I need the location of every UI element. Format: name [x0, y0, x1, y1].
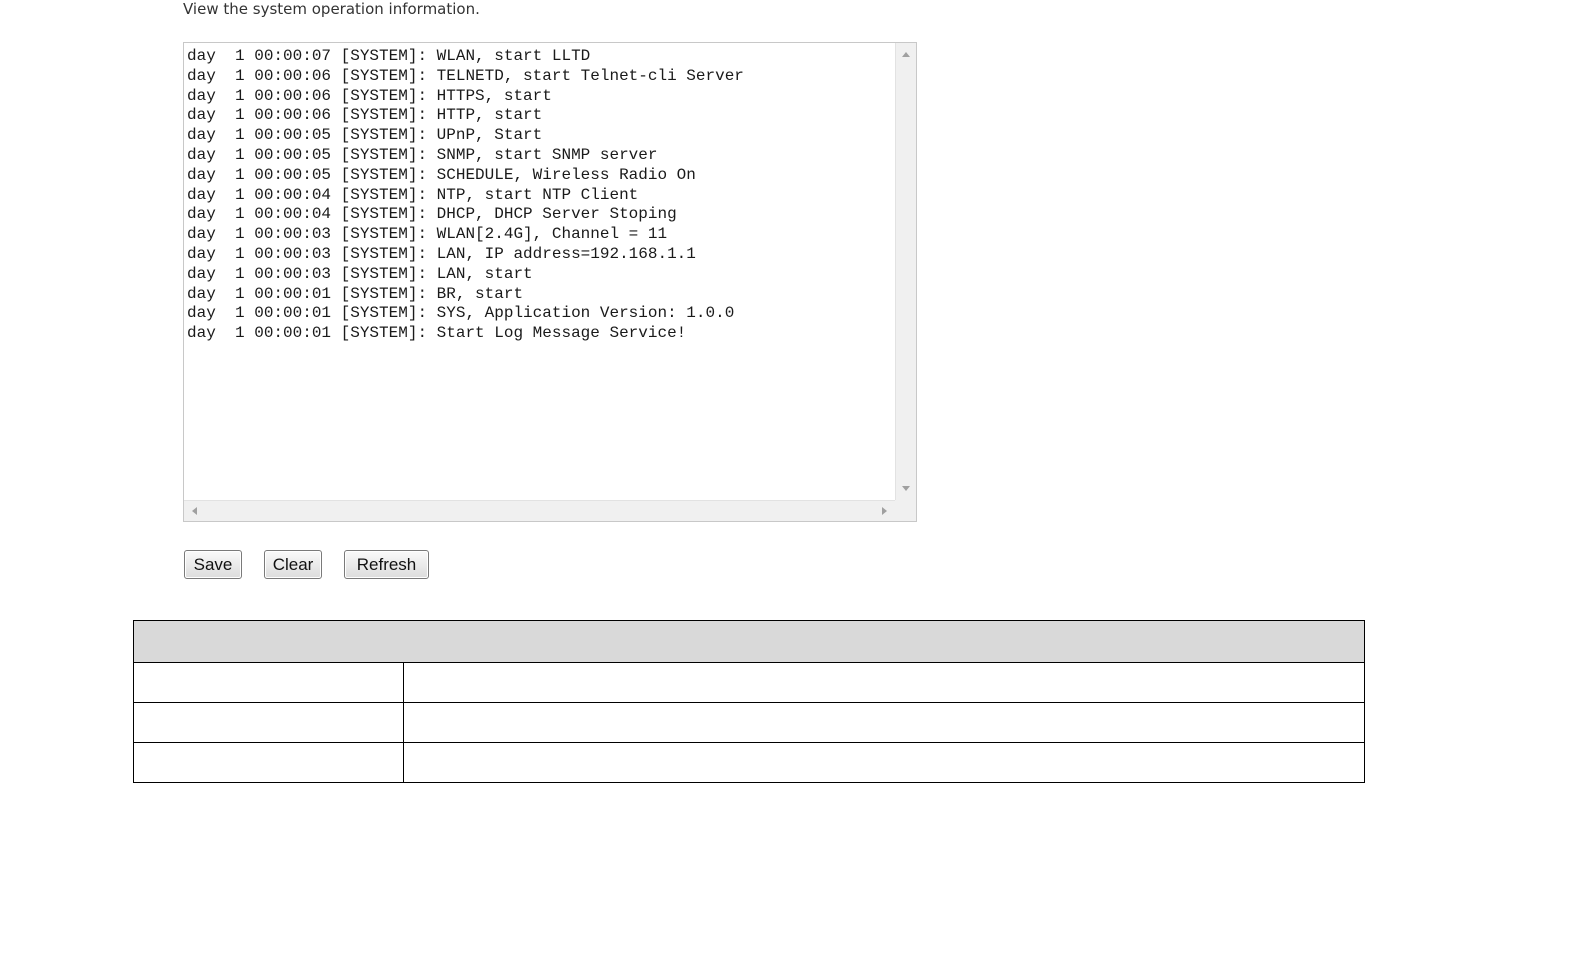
table-header-row — [133, 620, 1365, 663]
table-row — [133, 662, 1365, 703]
table-row — [133, 702, 1365, 743]
table-cell-value — [403, 742, 1365, 783]
table-cell-label — [133, 742, 404, 783]
log-line: day 1 00:00:03 [SYSTEM]: LAN, IP address… — [187, 244, 696, 263]
system-log-textarea[interactable]: day 1 00:00:07 [SYSTEM]: WLAN, start LLT… — [183, 42, 917, 522]
table-cell-label — [133, 662, 404, 703]
refresh-button[interactable]: Refresh — [344, 550, 429, 579]
log-line: day 1 00:00:03 [SYSTEM]: LAN, start — [187, 264, 533, 283]
log-line: day 1 00:00:05 [SYSTEM]: SNMP, start SNM… — [187, 145, 658, 164]
horizontal-scrollbar[interactable] — [184, 500, 895, 521]
log-line: day 1 00:00:06 [SYSTEM]: HTTPS, start — [187, 86, 552, 105]
scrollbar-corner — [895, 500, 916, 521]
log-line: day 1 00:00:06 [SYSTEM]: TELNETD, start … — [187, 66, 744, 85]
log-content: day 1 00:00:07 [SYSTEM]: WLAN, start LLT… — [184, 43, 895, 500]
log-line: day 1 00:00:01 [SYSTEM]: SYS, Applicatio… — [187, 304, 735, 323]
scroll-up-arrow-icon[interactable] — [902, 52, 910, 57]
log-line: day 1 00:00:05 [SYSTEM]: SCHEDULE, Wirel… — [187, 165, 696, 184]
scroll-down-arrow-icon[interactable] — [902, 486, 910, 491]
table-cell-value — [403, 662, 1365, 703]
table-row — [133, 742, 1365, 783]
table-cell-label — [133, 702, 404, 743]
scroll-right-arrow-icon[interactable] — [882, 507, 887, 515]
save-button[interactable]: Save — [184, 550, 242, 579]
log-line: day 1 00:00:04 [SYSTEM]: DHCP, DHCP Serv… — [187, 205, 677, 224]
log-line: day 1 00:00:01 [SYSTEM]: Start Log Messa… — [187, 324, 687, 343]
table-header — [133, 620, 1365, 663]
page-description: View the system operation information. — [183, 0, 480, 18]
log-line: day 1 00:00:06 [SYSTEM]: HTTP, start — [187, 106, 543, 125]
scroll-left-arrow-icon[interactable] — [192, 507, 197, 515]
clear-button[interactable]: Clear — [264, 550, 322, 579]
log-line: day 1 00:00:04 [SYSTEM]: NTP, start NTP … — [187, 185, 639, 204]
log-line: day 1 00:00:01 [SYSTEM]: BR, start — [187, 284, 524, 303]
info-table — [133, 620, 1365, 783]
vertical-scrollbar[interactable] — [895, 43, 916, 500]
log-line: day 1 00:00:03 [SYSTEM]: WLAN[2.4G], Cha… — [187, 225, 668, 244]
table-cell-value — [403, 702, 1365, 743]
log-line: day 1 00:00:05 [SYSTEM]: UPnP, Start — [187, 126, 543, 145]
log-line: day 1 00:00:07 [SYSTEM]: WLAN, start LLT… — [187, 47, 591, 65]
